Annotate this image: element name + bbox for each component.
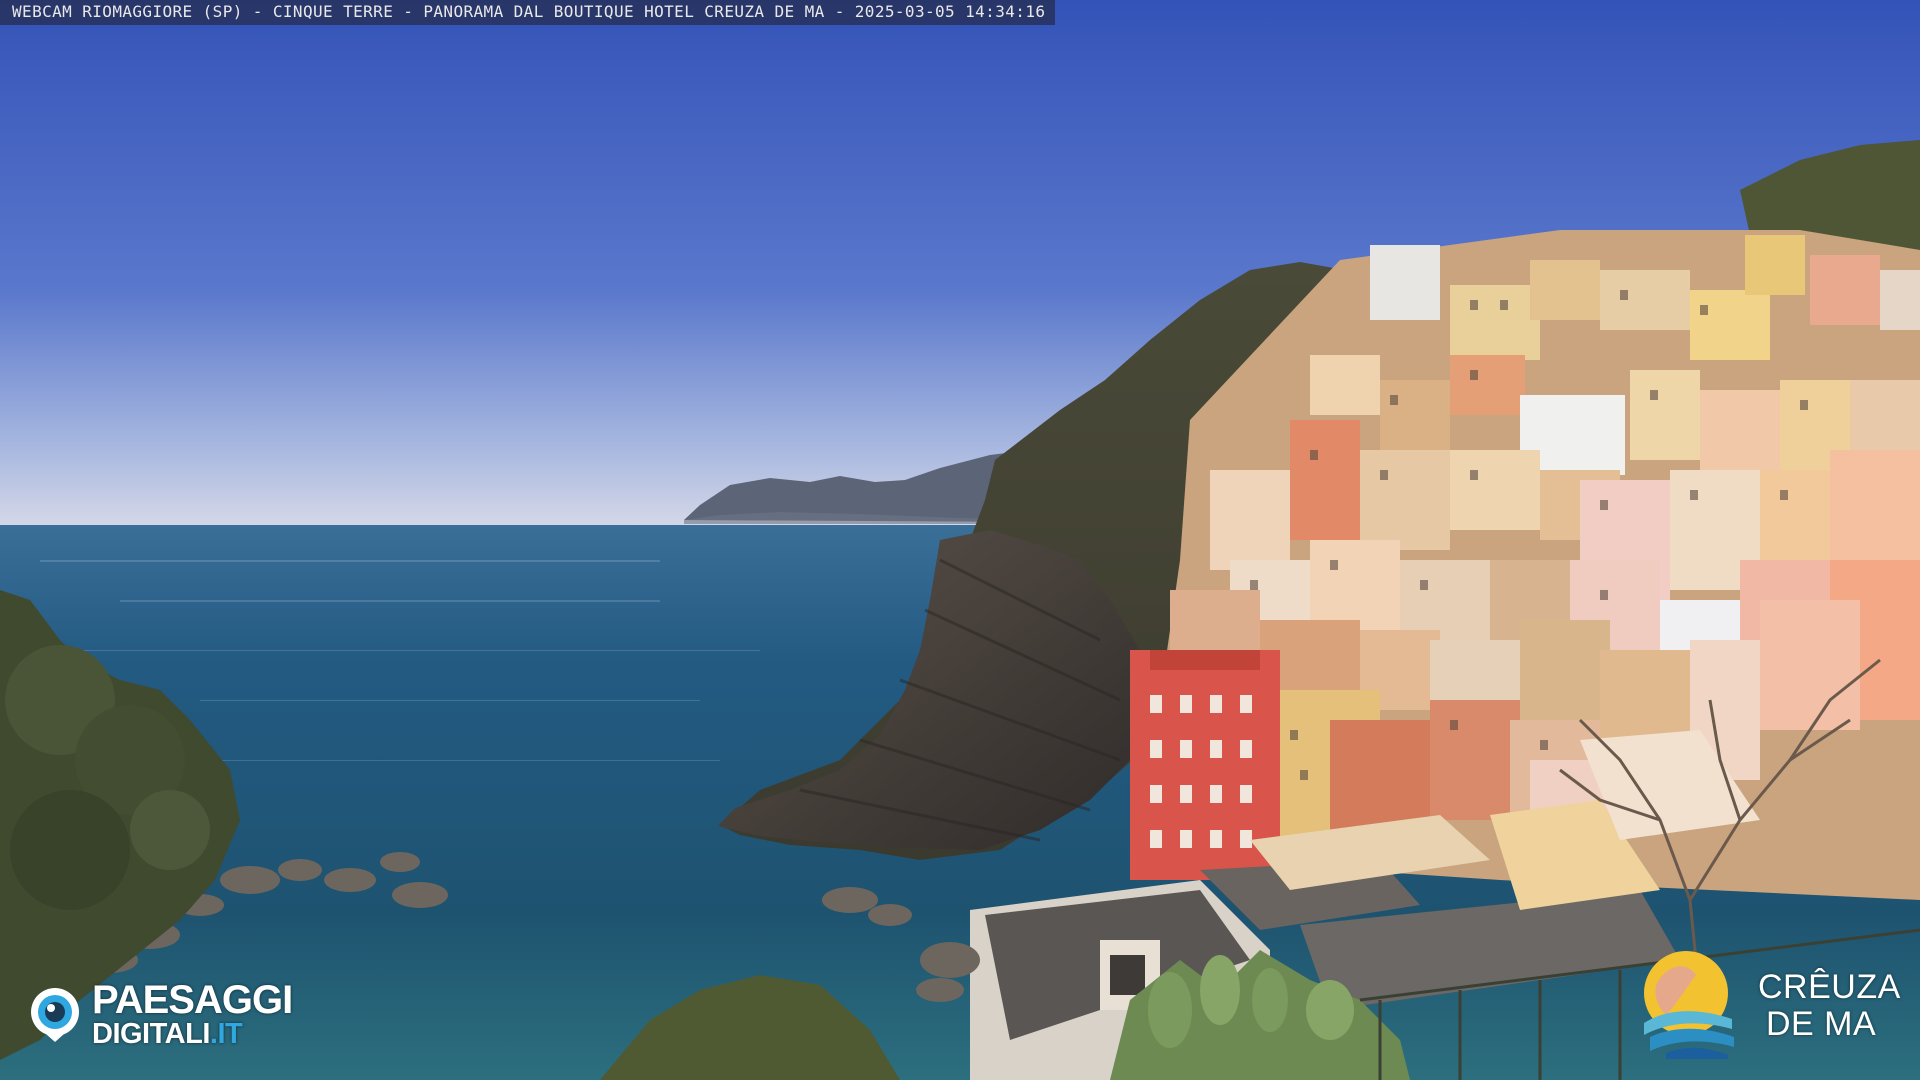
logo-text-tld: .IT [209,1018,243,1050]
logo-text-paesaggi: PAESAGGI [92,978,293,1022]
logo-text-digitali: DIGITALI.IT [92,1018,243,1051]
eye-icon [31,988,79,1042]
logo-text-digitali-main: DIGITALI [92,1018,210,1050]
riomaggiore-panorama [0,0,1920,1080]
logo-text-creuza: CRÊUZA [1758,968,1901,1006]
sun-sea-icon [1644,951,1734,1059]
logo-text-de-ma: DE MA [1766,1005,1877,1043]
webcam-caption: WEBCAM RIOMAGGIORE (SP) - CINQUE TERRE -… [12,2,1046,21]
paesaggi-digitali-logo: PAESAGGI DIGITALI.IT [26,978,326,1052]
caption-bar: WEBCAM RIOMAGGIORE (SP) - CINQUE TERRE -… [0,0,1055,25]
webcam-frame: WEBCAM RIOMAGGIORE (SP) - CINQUE TERRE -… [0,0,1920,1080]
creuza-de-ma-logo: CRÊUZA DE MA [1636,945,1916,1065]
